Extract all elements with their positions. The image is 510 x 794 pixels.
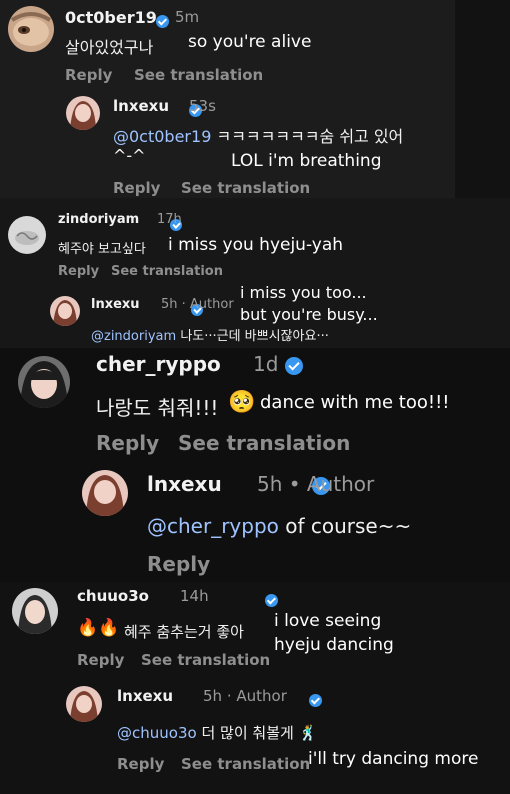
avatar-image [66,686,102,722]
comment-time: 14h [180,587,209,605]
mention-link[interactable]: @chuuo3o [117,724,197,742]
reply-time: 5h · Author [203,687,287,705]
pleading-face-icon: 🥺 [228,390,256,415]
comment-time: 5m [175,8,200,26]
verified-badge-icon [156,15,169,28]
reply-text-line: @cher_ryppo of course~~ [147,514,411,538]
translation-caption: but you're busy... [240,305,378,324]
reply-text: 더 많이 춰볼게 [201,724,294,742]
reply-time: 5h • Author [257,472,375,496]
see-translation-button[interactable]: See translation [111,264,223,279]
reply-username[interactable]: lnxexu [91,297,140,312]
reply-time: 53s [189,97,216,115]
translation-caption: i miss you hyeju-yah [168,235,344,255]
avatar[interactable] [8,216,46,254]
reply-text: ㅋㅋㅋㅋㅋㅋㅋ숨 쉬고 있어 [216,127,404,146]
reply-text-line: @0ct0ber19 ㅋㅋㅋㅋㅋㅋㅋ숨 쉬고 있어 [113,123,403,147]
avatar-image [8,6,54,52]
comment-time: 17h [157,212,182,227]
avatar[interactable] [66,686,102,722]
avatar-image [8,216,46,254]
mention-link[interactable]: @0ct0ber19 [113,127,211,146]
verified-badge-icon [285,356,304,375]
reply-button[interactable]: Reply [58,264,99,279]
reply-button[interactable]: Reply [65,66,112,84]
translation-caption: i love seeing [274,611,382,631]
verified-badge-icon [264,594,278,607]
avatar-image [50,296,80,326]
comment-text: 살아있었구나 [65,38,154,57]
translation-caption: hyeju dancing [274,635,394,655]
avatar-image [12,588,58,634]
translation-caption: dance with me too!!! [260,392,450,413]
comment-username[interactable]: cher_ryppo [96,352,221,376]
translation-caption: i'll try dancing more [308,749,479,769]
comment-panel-1 [0,0,455,198]
dancing-man-icon: 🕺 [298,724,318,742]
reply-username[interactable]: lnxexu [147,472,222,496]
comment-time: 1d [253,352,279,376]
comment-text: 혜주 춤추는거 좋아 [124,623,244,641]
fire-icon: 🔥🔥 [77,618,120,638]
mention-link[interactable]: @zindoriyam [91,329,176,344]
avatar-image [82,470,128,516]
comment-panel-3 [0,348,510,582]
comment-text: 혜주야 보고싶다 [58,242,146,257]
avatar[interactable] [66,96,100,130]
reply-time: 5h · Author [161,297,234,312]
reply-button[interactable]: Reply [77,651,124,669]
see-translation-button[interactable]: See translation [181,179,310,197]
translation-caption: LOL i'm breathing [231,151,382,171]
see-translation-button[interactable]: See translation [141,651,270,669]
reply-text: 나도···근데 바쁘시잖아요··· [180,329,329,344]
avatar[interactable] [8,6,54,52]
avatar[interactable] [18,356,70,408]
reply-text-cont: ^-^ [113,146,146,165]
comment-username[interactable]: chuuo3o [77,587,149,605]
avatar-image [66,96,100,130]
mention-link[interactable]: @cher_ryppo [147,514,279,538]
avatar[interactable] [12,588,58,634]
reply-button[interactable]: Reply [117,755,164,773]
comment-text: 나랑도 춰줘!!! [96,396,219,420]
reply-button[interactable]: Reply [113,179,160,197]
avatar[interactable] [82,470,128,516]
reply-button[interactable]: Reply [96,431,159,455]
comment-username[interactable]: 0ct0ber19 [65,8,157,27]
avatar-image [18,356,70,408]
translation-caption: so you're alive [188,32,312,52]
see-translation-button[interactable]: See translation [178,431,350,455]
reply-button[interactable]: Reply [147,552,210,576]
see-translation-button[interactable]: See translation [134,66,263,84]
reply-username[interactable]: lnxexu [113,97,169,115]
reply-text-line: @zindoriyam 나도···근데 바쁘시잖아요··· [91,325,329,344]
reply-text: of course~~ [285,514,412,538]
see-translation-button[interactable]: See translation [181,755,310,773]
avatar[interactable] [50,296,80,326]
comment-username[interactable]: zindoriyam [58,212,139,227]
verified-badge-icon [308,694,322,707]
translation-caption: i miss you too... [240,283,367,302]
reply-username[interactable]: lnxexu [117,687,173,705]
reply-text-line: @chuuo3o 더 많이 춰볼게 🕺 [117,722,317,743]
